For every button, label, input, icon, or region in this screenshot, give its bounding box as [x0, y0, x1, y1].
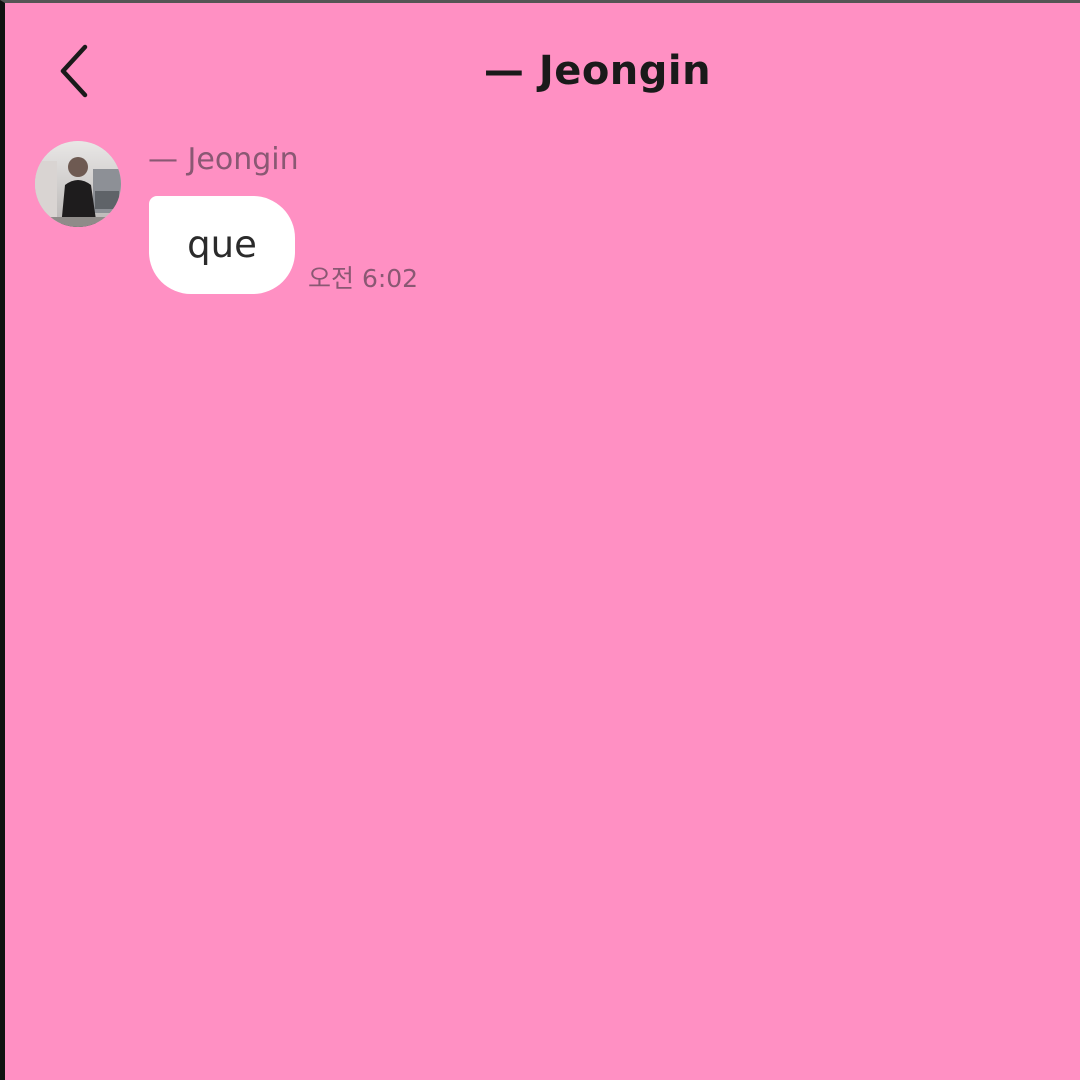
message-text: que	[187, 223, 257, 266]
avatar[interactable]	[35, 141, 121, 227]
message-bubble[interactable]: que	[149, 196, 295, 294]
message-group: — Jeongin que 오전 6:02	[35, 138, 535, 308]
profile-photo	[35, 141, 121, 227]
chat-screen: — Jeongin — Jeongin que 오전 6:02	[0, 0, 1080, 1080]
sender-name: — Jeongin	[148, 142, 299, 177]
chat-header: — Jeongin	[5, 3, 1080, 138]
message-timestamp: 오전 6:02	[308, 264, 419, 293]
chat-title: — Jeongin	[483, 48, 712, 94]
